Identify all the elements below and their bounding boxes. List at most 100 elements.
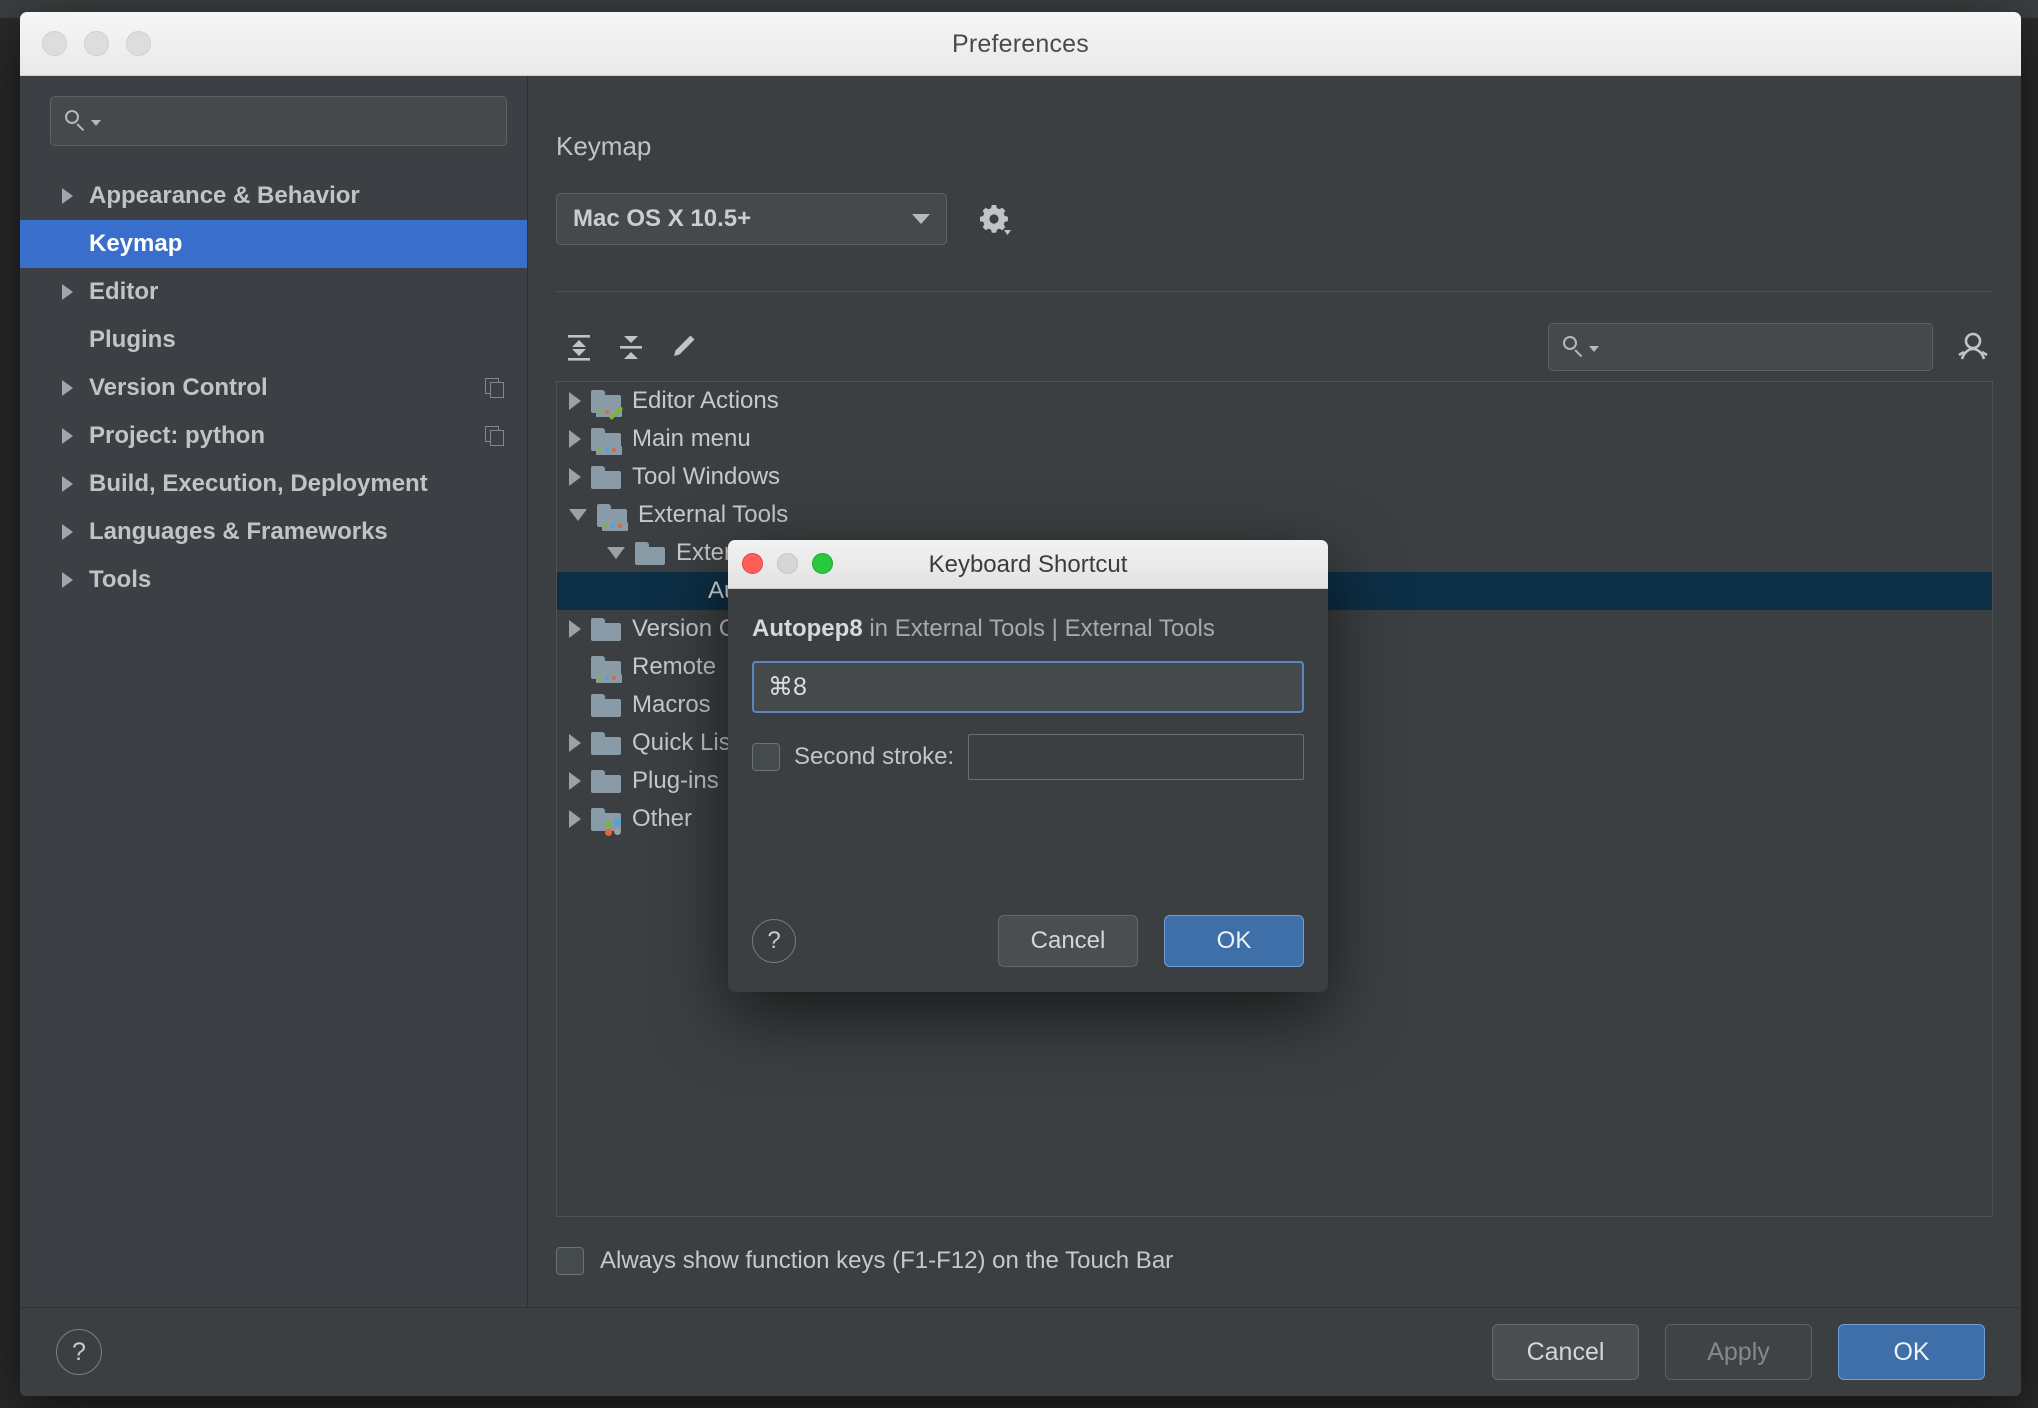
shortcut-action-path: in External Tools | External Tools	[862, 615, 1215, 642]
second-stroke-row: Second stroke:	[752, 734, 1304, 780]
tree-node-label: Editor Actions	[632, 387, 779, 414]
touchbar-checkbox[interactable]	[556, 1247, 584, 1275]
chevron-right-icon[interactable]	[62, 428, 73, 444]
sidebar-item-languages-frameworks[interactable]: Languages & Frameworks	[20, 508, 527, 556]
folder-menu-icon	[597, 503, 628, 531]
first-stroke-input[interactable]: ⌘8	[752, 661, 1304, 713]
chevron-down-icon[interactable]	[607, 547, 625, 559]
sidebar-item-build-execution-deployment[interactable]: Build, Execution, Deployment	[20, 460, 527, 508]
copy-settings-icon[interactable]	[485, 425, 505, 447]
folder-icon	[591, 693, 621, 717]
sidebar-item-label: Languages & Frameworks	[89, 518, 388, 545]
ok-button[interactable]: OK	[1838, 1324, 1985, 1380]
window-title: Preferences	[952, 30, 1089, 58]
copy-settings-icon[interactable]	[485, 377, 505, 399]
sidebar-item-label: Tools	[89, 566, 152, 593]
page-title: Keymap	[556, 131, 652, 161]
chevron-right-icon[interactable]	[62, 476, 73, 492]
table-row[interactable]: Main menu	[557, 420, 1992, 458]
chevron-right-icon[interactable]	[569, 620, 581, 638]
chevron-right-icon[interactable]	[569, 810, 581, 828]
chevron-right-icon[interactable]	[62, 572, 73, 588]
first-stroke-value: ⌘8	[768, 673, 807, 701]
tree-node-label: External Tools	[638, 501, 789, 528]
dialog-cancel-button[interactable]: Cancel	[998, 915, 1138, 967]
table-row[interactable]: Editor Actions	[557, 382, 1992, 420]
collapse-all-icon[interactable]	[608, 324, 654, 370]
sidebar-item-keymap[interactable]: Keymap	[20, 220, 527, 268]
sidebar-item-appearance-behavior[interactable]: Appearance & Behavior	[20, 172, 527, 220]
chevron-down-icon[interactable]	[569, 509, 587, 521]
dialog-footer: ? Cancel OK	[728, 890, 1328, 992]
chevron-down-icon[interactable]	[1589, 346, 1599, 352]
chevron-right-icon[interactable]	[62, 188, 73, 204]
keymap-dropdown[interactable]: Mac OS X 10.5+	[556, 193, 947, 245]
chevron-right-icon[interactable]	[62, 284, 73, 300]
sidebar-item-project-python[interactable]: Project: python	[20, 412, 527, 460]
second-stroke-input[interactable]	[968, 734, 1304, 780]
keymap-tree-toolbar	[556, 316, 1993, 378]
shortcut-context-label: Autopep8 in External Tools | External To…	[752, 615, 1304, 643]
sidebar-item-version-control[interactable]: Version Control	[20, 364, 527, 412]
pencil-icon[interactable]	[660, 324, 706, 370]
second-stroke-checkbox[interactable]	[752, 743, 780, 771]
twisty-spacer-icon	[569, 705, 581, 706]
sidebar-item-label: Editor	[89, 278, 159, 305]
dialog-body: Autopep8 in External Tools | External To…	[728, 589, 1328, 780]
search-icon	[1563, 336, 1585, 358]
folder-menu-icon	[591, 655, 622, 683]
folder-icon	[635, 541, 665, 565]
shortcut-action-name: Autopep8	[752, 615, 863, 642]
sidebar-item-label: Version Control	[89, 374, 268, 401]
touchbar-checkbox-label: Always show function keys (F1-F12) on th…	[600, 1247, 1174, 1274]
cancel-button[interactable]: Cancel	[1492, 1324, 1639, 1380]
dialog-title: Keyboard Shortcut	[928, 551, 1128, 578]
search-icon	[65, 110, 87, 132]
sidebar-item-label: Project: python	[89, 422, 266, 449]
chevron-down-icon	[912, 214, 930, 224]
table-row[interactable]: Tool Windows	[557, 458, 1992, 496]
second-stroke-label: Second stroke:	[794, 743, 955, 770]
sidebar-item-editor[interactable]: Editor	[20, 268, 527, 316]
folder-icon	[591, 731, 621, 755]
sidebar-item-label: Appearance & Behavior	[89, 182, 360, 209]
dialog-help-icon[interactable]: ?	[752, 919, 796, 963]
chevron-right-icon[interactable]	[62, 524, 73, 540]
chevron-right-icon[interactable]	[569, 430, 581, 448]
chevron-right-icon[interactable]	[569, 468, 581, 486]
sidebar-item-label: Build, Execution, Deployment	[89, 470, 428, 497]
sidebar-item-list: Appearance & Behavior Keymap Editor Plugins…	[20, 172, 527, 604]
sidebar-item-label: Keymap	[89, 230, 183, 257]
folder-other-icon	[591, 807, 621, 836]
help-icon[interactable]: ?	[56, 1329, 102, 1375]
expand-all-icon[interactable]	[556, 324, 602, 370]
keymap-search-input[interactable]	[1548, 323, 1933, 371]
chevron-right-icon[interactable]	[569, 772, 581, 790]
folder-menu-icon	[591, 427, 622, 455]
dialog-titlebar: Keyboard Shortcut	[728, 540, 1328, 589]
chevron-right-icon[interactable]	[62, 380, 73, 396]
find-action-icon[interactable]	[1953, 325, 1993, 369]
folder-icon	[591, 465, 621, 489]
twisty-spacer-icon	[645, 591, 657, 592]
settings-search-input[interactable]	[50, 96, 507, 146]
chevron-right-icon[interactable]	[569, 734, 581, 752]
folder-icon	[591, 769, 621, 793]
chevron-down-icon[interactable]	[91, 120, 101, 126]
table-row[interactable]: External Tools	[557, 496, 1992, 534]
dialog-ok-button[interactable]: OK	[1164, 915, 1304, 967]
sidebar-item-tools[interactable]: Tools	[20, 556, 527, 604]
tree-node-label: Macros	[632, 691, 711, 718]
tree-node-label: Other	[632, 805, 693, 832]
touchbar-checkbox-row[interactable]: Always show function keys (F1-F12) on th…	[556, 1247, 1173, 1275]
apply-button[interactable]: Apply	[1665, 1324, 1812, 1380]
sidebar-item-label: Plugins	[89, 326, 176, 353]
chevron-right-icon[interactable]	[569, 392, 581, 410]
gear-icon[interactable]	[977, 202, 1011, 236]
settings-sidebar: Appearance & Behavior Keymap Editor Plugins…	[20, 76, 528, 1307]
sidebar-item-plugins[interactable]: Plugins	[20, 316, 527, 364]
tree-node-label: Plug-ins	[632, 767, 719, 794]
twisty-spacer-icon	[569, 667, 581, 668]
tree-node-label: Tool Windows	[632, 463, 781, 490]
folder-icon	[591, 617, 621, 641]
